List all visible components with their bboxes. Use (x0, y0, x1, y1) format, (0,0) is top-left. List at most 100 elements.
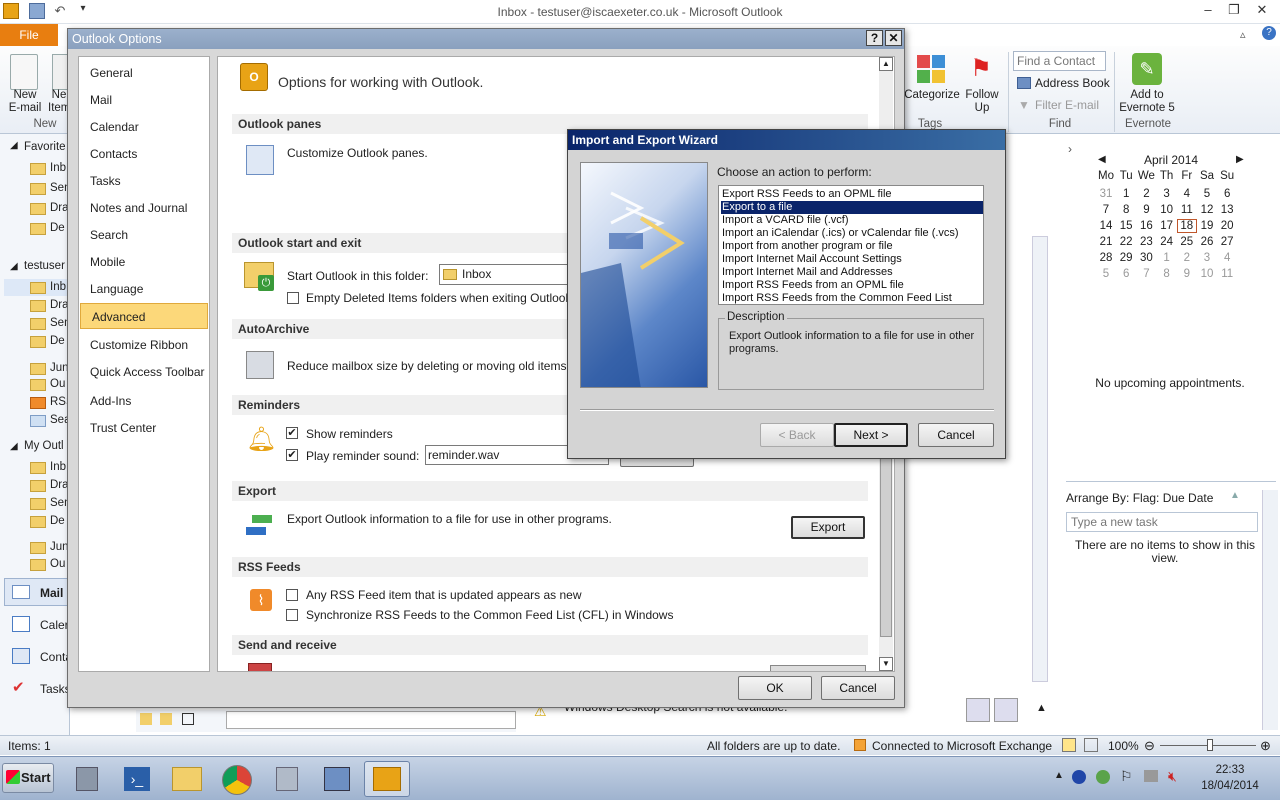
filter-email-button[interactable]: Filter E-mail (1035, 98, 1099, 112)
expand-todo-icon[interactable]: › (1068, 142, 1072, 156)
my-folder[interactable]: Dra (50, 479, 68, 491)
calendar-day[interactable]: 20 (1217, 220, 1237, 232)
calendar-day[interactable]: 2 (1177, 252, 1197, 264)
calendar-day[interactable]: 16 (1136, 220, 1156, 232)
wizard-action-item[interactable]: Import RSS Feeds from the Common Feed Li… (721, 292, 983, 305)
empty-deleted-checkbox[interactable] (287, 292, 299, 304)
fav-folder-drafts[interactable]: Dra (50, 202, 68, 214)
scroll-down-icon[interactable]: ▼ (879, 657, 893, 671)
my-folder[interactable]: De (50, 515, 68, 527)
tray-icon[interactable] (1144, 770, 1158, 782)
zoom-slider-thumb[interactable] (1207, 739, 1213, 751)
options-nav-mail[interactable]: Mail (79, 87, 209, 113)
calendar-day[interactable]: 21 (1096, 236, 1116, 248)
arrange-by-label[interactable]: Arrange By: Flag: Due Date (1066, 491, 1213, 505)
options-nav-customize-ribbon[interactable]: Customize Ribbon (79, 332, 209, 358)
calendar-day[interactable]: 9 (1136, 204, 1156, 216)
account-folder[interactable]: Inb (50, 281, 68, 293)
wizard-action-item[interactable]: Import Internet Mail Account Settings (721, 253, 983, 266)
find-contact-input[interactable]: Find a Contact (1013, 51, 1106, 71)
options-nav-notes-and-journal[interactable]: Notes and Journal (79, 195, 209, 221)
favorites-header[interactable]: Favorite (24, 141, 68, 153)
taskbar-remote-icon[interactable] (318, 761, 356, 797)
scroll-thumb[interactable] (880, 457, 892, 637)
collapse-arrow-icon[interactable]: ◢ (10, 441, 18, 452)
taskbar-server-manager-icon[interactable] (68, 761, 106, 797)
calendar-day[interactable]: 3 (1197, 252, 1217, 264)
zoom-in-icon[interactable]: ⊕ (1260, 738, 1271, 754)
calendar-day[interactable]: 23 (1136, 236, 1156, 248)
rss-updated-checkbox[interactable] (286, 589, 298, 601)
calendar-day[interactable]: 7 (1136, 268, 1156, 280)
calendar-day[interactable]: 28 (1096, 252, 1116, 264)
taskbar-powershell-icon[interactable]: ›_ (118, 761, 156, 797)
options-nav-trust-center[interactable]: Trust Center (79, 415, 209, 441)
nav-calendar[interactable]: Caler (40, 618, 69, 632)
wizard-cancel-button[interactable]: Cancel (918, 423, 994, 447)
help-circle-icon[interactable]: ? (1262, 26, 1276, 40)
calendar-day[interactable]: 22 (1116, 236, 1136, 248)
categorize-button[interactable]: Categorize (903, 89, 961, 102)
action-center-flag-icon[interactable]: ⚐ (1120, 768, 1133, 785)
options-nav-search[interactable]: Search (79, 222, 209, 248)
next-month-icon[interactable]: ▶ (1236, 154, 1244, 165)
wizard-action-item[interactable]: Export to a file (721, 201, 983, 214)
options-nav-advanced[interactable]: Advanced (80, 303, 208, 329)
calendar-day[interactable]: 4 (1217, 252, 1237, 264)
calendar-day[interactable]: 31 (1096, 188, 1116, 200)
back-button[interactable]: < Back (760, 423, 834, 447)
account-folder[interactable]: RSS (50, 396, 68, 408)
taskbar-network-icon[interactable] (268, 761, 306, 797)
calendar-day[interactable]: 24 (1157, 236, 1177, 248)
taskbar-explorer-icon[interactable] (168, 761, 206, 797)
normal-view-icon[interactable] (1062, 738, 1076, 752)
account-folder[interactable]: Jun (50, 362, 68, 374)
wizard-action-list[interactable]: Export RSS Feeds to an OPML file Export t… (718, 185, 984, 305)
zoom-out-icon[interactable]: ⊖ (1144, 738, 1155, 754)
lower-input[interactable] (226, 711, 516, 729)
calendar-day[interactable]: 7 (1096, 204, 1116, 216)
tray-expand-icon[interactable]: ▲ (1054, 770, 1064, 781)
wizard-action-item[interactable]: Export RSS Feeds to an OPML file (721, 188, 983, 201)
expand-people-icon[interactable]: ▲ (1036, 702, 1047, 714)
account-folder[interactable]: Dra (50, 299, 68, 311)
account-header[interactable]: testuser (24, 260, 68, 272)
calendar-day[interactable]: 8 (1116, 204, 1136, 216)
my-folder[interactable]: Sen (50, 497, 68, 509)
options-nav-calendar[interactable]: Calendar (79, 114, 209, 140)
fav-folder-sent[interactable]: Sen (50, 182, 68, 194)
ok-button[interactable]: OK (738, 676, 812, 700)
clock-time[interactable]: 22:33 (1200, 764, 1260, 776)
wizard-action-item[interactable]: Import Internet Mail and Addresses (721, 266, 983, 279)
calendar-day[interactable]: 15 (1116, 220, 1136, 232)
calendar-day[interactable]: 11 (1217, 268, 1237, 280)
zoom-level[interactable]: 100% (1108, 739, 1139, 753)
calendar-day[interactable]: 18 (1176, 219, 1197, 233)
my-folder[interactable]: Jun (50, 541, 68, 553)
options-nav-general[interactable]: General (79, 60, 209, 86)
rss-sync-checkbox[interactable] (286, 609, 298, 621)
calendar-day[interactable]: 11 (1177, 204, 1197, 216)
account-folder[interactable]: Sea (50, 414, 68, 426)
options-nav-language[interactable]: Language (79, 276, 209, 302)
account-folder[interactable]: De (50, 335, 68, 347)
options-nav-add-ins[interactable]: Add-Ins (79, 388, 209, 414)
account-folder[interactable]: Ou (50, 378, 68, 390)
nav-mail[interactable]: Mail (40, 586, 63, 600)
wizard-action-item[interactable]: Import an iCalendar (.ics) or vCalendar … (721, 227, 983, 240)
wizard-action-item[interactable]: Import a VCARD file (.vcf) (721, 214, 983, 227)
start-folder-field[interactable]: Inbox (439, 264, 579, 285)
show-reminders-checkbox[interactable]: ✔ (286, 427, 298, 439)
calendar-day[interactable]: 12 (1197, 204, 1217, 216)
sort-arrow-icon[interactable]: ▲ (1230, 490, 1240, 501)
my-outlook-header[interactable]: My Outl (24, 440, 68, 452)
reading-view-icon[interactable] (1084, 738, 1098, 752)
todo-scrollbar[interactable] (1262, 490, 1278, 730)
scroll-up-icon[interactable]: ▲ (879, 57, 893, 71)
account-folder[interactable]: Sen (50, 317, 68, 329)
calendar-day[interactable]: 14 (1096, 220, 1116, 232)
options-nav-tasks[interactable]: Tasks (79, 168, 209, 194)
clock-date[interactable]: 18/04/2014 (1192, 780, 1268, 792)
follow-up-button[interactable]: Follow Up (962, 89, 1002, 115)
calendar-day[interactable]: 1 (1157, 252, 1177, 264)
